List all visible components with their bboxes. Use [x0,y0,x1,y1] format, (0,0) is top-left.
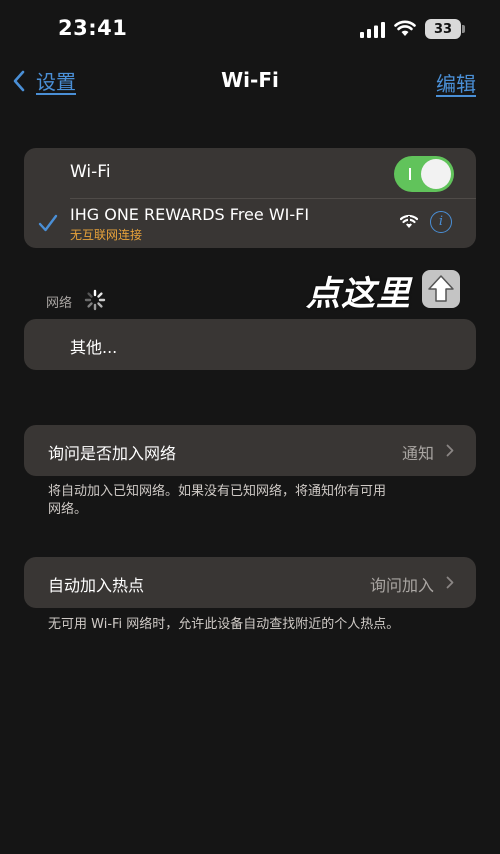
network-status: 无互联网连接 [70,228,143,242]
battery-indicator: 33 [425,19,461,39]
connected-network-row[interactable]: IHG ONE REWARDS Free WI-FI 无互联网连接 i [24,198,476,248]
wifi-card: Wi-Fi IHG ONE REWARDS Free WI-FI 无互联网连接 … [24,148,476,248]
info-icon[interactable]: i [430,211,452,233]
ask-to-join-label: 询问是否加入网络 [48,444,177,463]
page-title: Wi-Fi [221,68,279,92]
checkmark-icon [38,214,58,232]
auto-hotspot-label: 自动加入热点 [48,576,145,595]
network-name: IHG ONE REWARDS Free WI-FI [70,205,310,224]
ask-to-join-value: 通知 [401,444,434,463]
auto-hotspot-row[interactable]: 自动加入热点 询问加入 [24,557,476,608]
toggle-on-mark [409,168,411,180]
wifi-toggle[interactable] [394,156,454,192]
up-arrow-glyph [428,275,454,302]
other-network-label: 其他... [70,338,118,357]
status-time: 23:41 [58,16,128,40]
wifi-no-internet-icon [400,214,418,228]
wifi-label: Wi-Fi [70,162,111,182]
wifi-status-icon [394,20,416,36]
ask-to-join-footer: 将自动加入已知网络。如果没有已知网络，将通知你有可用网络。 [48,484,387,517]
edit-button[interactable]: 编辑 [436,68,476,97]
annotation-callout: 点这里 [306,274,411,314]
chevron-right-icon [446,444,454,457]
networks-section-label: 网络 [46,296,73,311]
battery-tip [462,25,465,33]
other-network-row[interactable]: 其他... [24,319,476,370]
ask-to-join-row[interactable]: 询问是否加入网络 通知 [24,425,476,476]
up-arrow-icon [422,270,460,308]
auto-hotspot-value: 询问加入 [369,576,434,595]
cellular-signal-icon [360,22,385,38]
auto-hotspot-footer: 无可用 Wi-Fi 网络时，允许此设备自动查找附近的个人热点。 [48,617,400,632]
loading-spinner-icon [84,289,106,311]
toggle-knob [421,159,451,189]
chevron-right-icon [446,576,454,589]
